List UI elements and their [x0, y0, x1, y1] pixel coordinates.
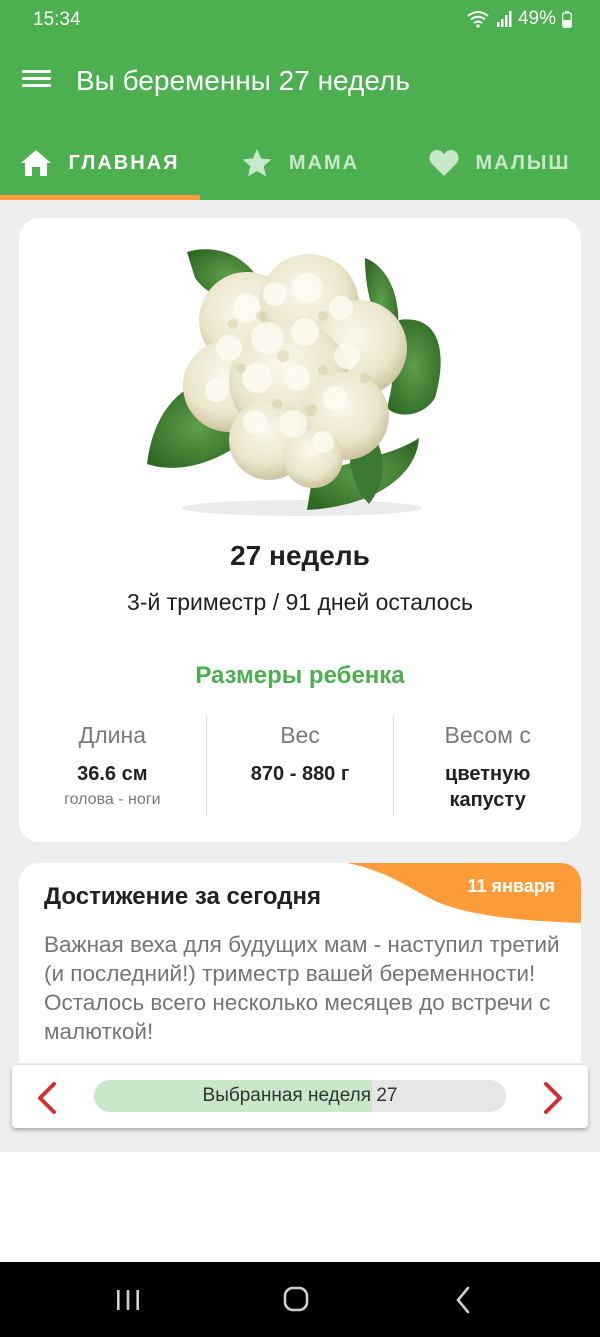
star-icon	[242, 149, 272, 177]
recent-apps-icon[interactable]	[108, 1284, 148, 1316]
achievement-card: 11 января Достижение за сегодня Важная в…	[19, 863, 581, 1063]
weeks-count: 27 недель	[230, 540, 370, 571]
tab-mom-label: МАМА	[288, 151, 360, 174]
metrics-row: Длина 36.6 см голова - ноги Вес 870 - 88…	[19, 716, 581, 816]
cauliflower-image	[147, 249, 441, 516]
home-icon	[21, 150, 52, 176]
metric-compare: Весом с цветную капусту	[393, 716, 581, 816]
metric-length-value: 36.6 см	[77, 763, 148, 785]
battery-percent: 49%	[517, 8, 556, 29]
tab-bar: ГЛАВНАЯ МАМА МАЛЫШ	[0, 126, 600, 200]
app-bar: Вы беременны 27 недель	[0, 38, 600, 126]
battery-icon	[562, 10, 572, 28]
metric-length-sub: голова - ноги	[64, 791, 161, 808]
tab-baby[interactable]: МАЛЫШ	[400, 126, 600, 200]
status-time: 15:34	[33, 9, 81, 30]
prev-week-button[interactable]	[28, 1078, 68, 1118]
achievement-date: 11 января	[467, 876, 555, 896]
selected-week-label: Выбранная неделя 27	[202, 1085, 398, 1106]
system-nav-bar	[0, 1262, 600, 1337]
status-bar: 15:34 49%	[0, 0, 600, 38]
metric-weight-value: 870 - 880 г	[250, 763, 350, 785]
next-week-button[interactable]	[532, 1078, 572, 1118]
tab-baby-label: МАЛЫШ	[475, 151, 571, 174]
tab-home-label: ГЛАВНАЯ	[68, 151, 180, 174]
app-title: Вы беременны 27 недель	[76, 65, 410, 96]
status-icons: 49%	[466, 8, 572, 30]
metric-compare-value: цветную капусту	[445, 763, 531, 811]
signal-icon	[496, 11, 512, 27]
home-nav-icon[interactable]	[276, 1284, 316, 1316]
baby-sizes-title: Размеры ребенка	[195, 662, 405, 689]
metric-weight-label: Вес	[280, 722, 320, 748]
tab-mom[interactable]: МАМА	[200, 126, 400, 200]
content-area: 27 недель 3-й триместр / 91 дней осталос…	[0, 200, 600, 1152]
week-progress-bar: Выбранная неделя 27	[94, 1080, 506, 1112]
wifi-icon	[467, 11, 489, 28]
trimester-info: 3-й триместр / 91 дней осталось	[127, 589, 473, 615]
metric-length: Длина 36.6 см голова - ноги	[19, 716, 206, 816]
menu-icon[interactable]	[20, 66, 56, 96]
heart-icon	[429, 150, 459, 176]
week-selector: Выбранная неделя 27	[12, 1065, 588, 1128]
achievement-title: Достижение за сегодня	[44, 883, 321, 910]
tab-home[interactable]: ГЛАВНАЯ	[0, 126, 200, 200]
week-card: 27 недель 3-й триместр / 91 дней осталос…	[19, 218, 581, 842]
metric-compare-label: Весом с	[444, 722, 531, 748]
metric-length-label: Длина	[78, 722, 146, 748]
metric-weight: Вес 870 - 880 г	[205, 716, 394, 816]
back-icon[interactable]	[444, 1284, 484, 1316]
achievement-text: Важная веха для будущих мам - наступил т…	[44, 932, 560, 1044]
